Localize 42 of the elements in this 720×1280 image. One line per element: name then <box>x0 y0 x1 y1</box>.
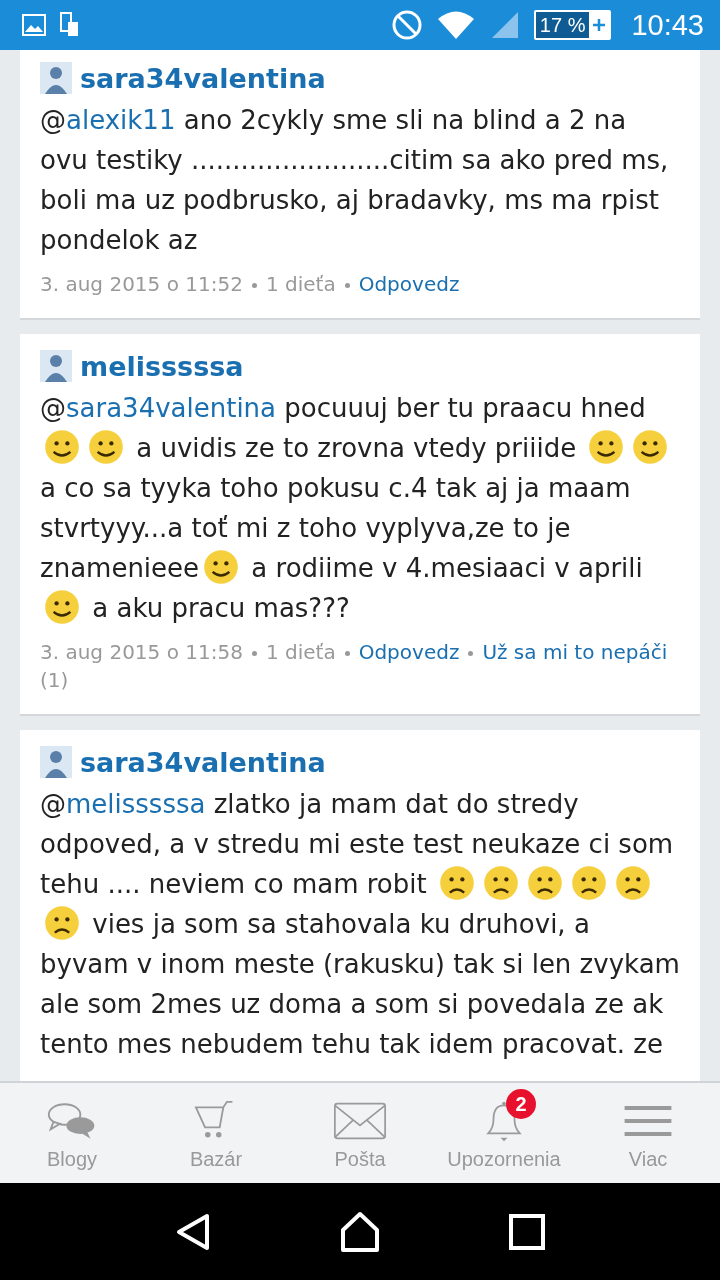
sad-face-icon <box>44 905 80 941</box>
sad-face-icon <box>438 865 475 901</box>
action-link[interactable]: Odpovedz <box>358 640 460 664</box>
smiley-icon <box>44 429 80 465</box>
battery-icon: 17 % <box>533 10 612 40</box>
clock: 10:43 <box>631 8 704 42</box>
smiley-icon <box>44 589 80 625</box>
smiley-icon <box>588 429 625 465</box>
mention-link[interactable]: melisssssa <box>66 789 206 819</box>
mail-icon <box>334 1100 386 1142</box>
sad-face-icon <box>614 865 651 901</box>
phone-icon <box>60 12 80 38</box>
smiley-icon <box>88 429 124 465</box>
action-link[interactable]: Už sa mi to nepáči <box>482 640 668 664</box>
sad-face-icon <box>570 865 607 901</box>
smiley-icon <box>203 549 240 585</box>
comment-text: @alexik11 ano 2cykly sme sli na blind a 2 na ovu testiky ........................citim sa ako pred ms, boli ma uz podbrusko, aj bradavky, ms ma rpist pondelok az <box>40 104 670 257</box>
avatar-icon <box>40 62 72 94</box>
mention-link[interactable]: sara34valentina <box>66 393 277 423</box>
like-count: (1) <box>40 668 69 692</box>
notification-badge: 2 <box>506 1089 536 1119</box>
author-link[interactable]: sara34valentina <box>80 62 326 94</box>
children-count: 1 dieťa <box>265 272 336 296</box>
avatar-icon <box>40 746 72 778</box>
children-count: 1 dieťa <box>265 640 336 664</box>
action-link[interactable]: Odpovedz <box>358 272 460 296</box>
comment-text: @sara34valentina pocuuuj ber tu praacu hned a uvidis ze to zrovna vtedy priiide a co sa tyyka toho pokusu c.4 tak aj ja maam stvrtyyy...a toť mi z toho vyplyva,ze to je znamenieee a rodiime v 4.mesiaaci v aprili a aku pracu mas??? <box>40 388 680 628</box>
wifi-icon <box>435 10 476 40</box>
sad-face-icon <box>482 865 519 901</box>
avatar-icon <box>40 350 72 382</box>
home-icon[interactable] <box>338 1209 382 1254</box>
comment-date: 3. aug 2015 o 11:58 <box>40 640 243 664</box>
comment-date: 3. aug 2015 o 11:52 <box>40 272 243 296</box>
author-link[interactable]: sara34valentina <box>80 746 326 778</box>
author-link[interactable]: melisssssa <box>80 350 244 382</box>
smiley-icon <box>632 429 669 465</box>
mention-link[interactable]: alexik11 <box>66 105 176 135</box>
comment-text: @melisssssa zlatko ja mam dat do stredy odpoved, a v stredu mi este test neukaze ci som tehu .... neviem co mam robit vies ja som sa stahovala ku druhovi, a byvam v inom meste (rakusku) tak si len zvykam ale som 2mes uz doma a som si povedala ze ak tento mes nebudem tehu tak idem pracovat. ze <box>40 788 680 1061</box>
blocked-icon <box>391 10 422 40</box>
sad-face-icon <box>526 865 563 901</box>
image-icon <box>22 14 46 36</box>
nav-tab[interactable]: Upozornenia 2 <box>434 1083 574 1183</box>
